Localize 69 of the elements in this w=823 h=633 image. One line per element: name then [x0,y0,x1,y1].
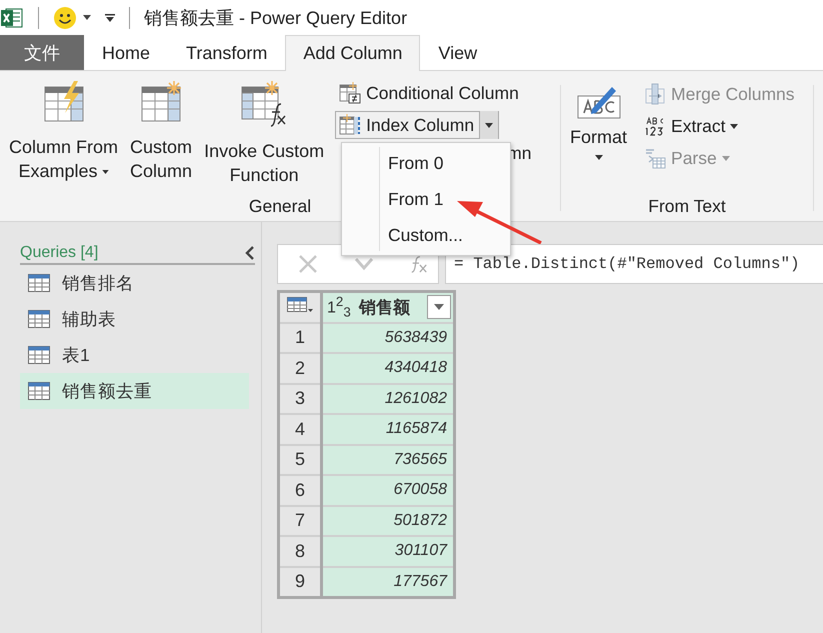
table-cell: 5638439 [322,322,454,353]
table-icon [28,274,50,292]
table-function-icon [241,81,288,127]
caret-icon [594,155,602,160]
ribbon-button[interactable]: Index Column [335,111,500,139]
queries-header: Queries [4] [20,244,98,262]
ribbon-button[interactable]: Extract [640,111,742,141]
table-cell: 1261082 [322,384,454,414]
table-numbers-icon [339,114,362,136]
ribbon-button[interactable]: Column From Examples [6,79,122,183]
merge-columns-icon [644,83,666,105]
table-cell: 177567 [322,566,454,598]
group-label: From Text [648,196,726,217]
row-number: 9 [278,566,322,598]
ribbon-tab[interactable]: Add Column [285,35,420,71]
ribbon-tab[interactable]: View [420,35,496,70]
file-tab[interactable]: 文件 [0,35,84,70]
query-item[interactable]: 辅助表 [20,301,249,337]
ribbon-tab[interactable]: Transform [168,35,286,70]
caret-icon [102,170,109,174]
caret-icon [722,156,730,160]
table-icon [28,346,50,364]
caret-icon [485,122,494,128]
row-number: 7 [278,506,322,536]
ribbon-tab[interactable]: Home [84,35,168,70]
row-number: 5 [278,444,322,475]
filter-button[interactable] [427,295,451,320]
excel-icon[interactable] [0,6,24,30]
caret-icon [730,124,738,128]
row-number: 6 [278,475,322,506]
table-icon [28,382,50,400]
row-number: 8 [278,536,322,566]
table-not-equal-icon [339,82,362,104]
customize-icon[interactable] [105,14,115,22]
abc-table-icon [644,147,666,169]
caret-icon[interactable] [83,15,91,20]
formula-field[interactable]: = Table.Distinct(#"Removed Columns") [445,244,823,284]
table-icon [28,310,50,328]
table-cell: 4340418 [322,353,454,384]
check-icon[interactable] [354,257,374,271]
group-label: General [248,196,312,217]
row-number: 2 [278,353,322,384]
table-lightning-icon [44,81,84,123]
table-cell: 301107 [322,536,454,566]
row-number: 1 [278,322,322,353]
query-item[interactable]: 销售排名 [20,265,249,301]
column-name: 销售额 [358,296,411,319]
menu-item[interactable]: From 1 [342,181,510,217]
smiley-icon[interactable] [53,6,77,30]
table-cell: 736565 [322,444,454,475]
query-item[interactable]: 表1 [20,337,249,373]
ribbon-button[interactable]: Conditional Column [335,79,523,107]
table-cell: 1165874 [322,414,454,444]
dropdown-button[interactable] [479,111,498,139]
collapse-icon[interactable] [245,245,255,261]
ribbon-button[interactable]: Invoke Custom Function [201,79,328,187]
query-item[interactable]: 销售额去重 [20,373,249,409]
caret-icon [434,304,444,310]
window-title: 销售额去重 - Power Query Editor [144,6,408,30]
table-cell: 670058 [322,475,454,506]
column-header[interactable]: 1$^{2}$$_{3}$ 销售额 [322,292,454,322]
table-sparkle-icon [141,81,182,123]
table-cell: 501872 [322,506,454,536]
row-number: 3 [278,384,322,414]
ribbon-button[interactable]: Format [567,79,630,160]
table-menu-icon[interactable] [287,296,313,313]
ribbon-button[interactable]: Custom Column [127,79,196,183]
row-number: 4 [278,414,322,444]
menu-item[interactable]: From 0 [342,145,510,181]
